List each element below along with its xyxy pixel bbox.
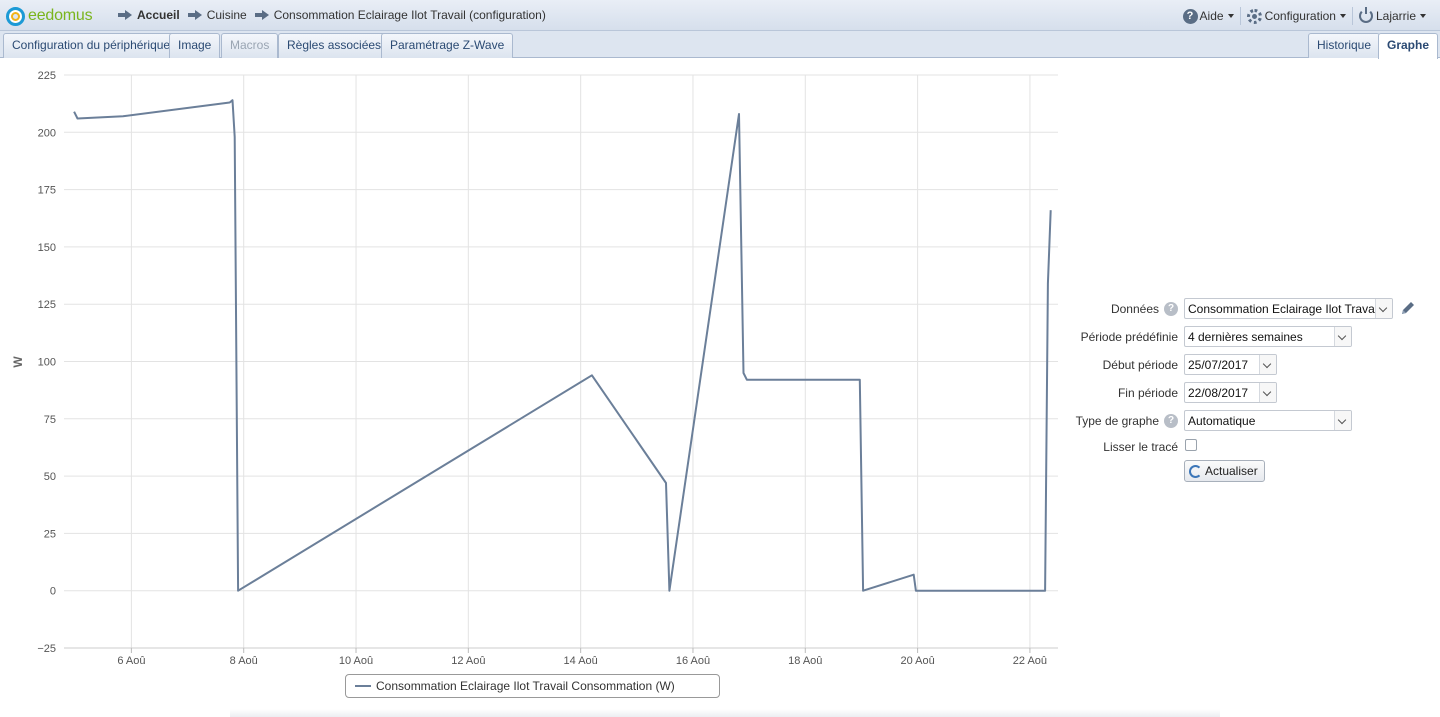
- arrow-right-icon: [118, 10, 132, 20]
- y-axis-label: W: [11, 356, 25, 368]
- tab-parametrage-zwave[interactable]: Paramétrage Z-Wave: [381, 33, 514, 58]
- debut-date-value: 25/07/2017: [1188, 358, 1249, 372]
- tab-historique[interactable]: Historique: [1308, 33, 1381, 58]
- x-tick-label: 22 Aoû: [1013, 655, 1047, 667]
- tab-configuration-peripherique[interactable]: Configuration du périphérique: [3, 33, 180, 58]
- type-label: Type de graphe?: [1076, 414, 1178, 428]
- row-periode: Période prédéfinie 4 dernières semaines: [1060, 326, 1440, 348]
- periode-select[interactable]: 4 dernières semaines: [1184, 326, 1352, 347]
- x-tick-label: 8 Aoû: [230, 655, 258, 667]
- top-header: eedomus Accueil Cuisine Consommation Ecl…: [0, 0, 1440, 31]
- consumption-chart: −25 0 25 50 75 100 125 150 175 200 225 6 Aoû 8 Aoû 1…: [11, 70, 1058, 667]
- caret-down-icon: [1420, 14, 1426, 18]
- arrow-right-icon: [187, 10, 202, 20]
- pencil-icon[interactable]: [1400, 300, 1416, 316]
- logo-text: eedomus: [28, 7, 93, 24]
- x-tick-label: 18 Aoû: [788, 655, 822, 667]
- x-tick-label: 6 Aoû: [117, 655, 145, 667]
- donnees-select[interactable]: Consommation Eclairage Ilot Travail (W): [1184, 298, 1393, 319]
- x-tick-label: 10 Aoû: [339, 655, 373, 667]
- tab-regles-associees[interactable]: Règles associées: [278, 33, 391, 58]
- debut-date-input[interactable]: 25/07/2017: [1184, 354, 1277, 375]
- x-tick-label: 20 Aoû: [900, 655, 934, 667]
- configuration-menu-label: Configuration: [1264, 9, 1336, 23]
- breadcrumb-item-accueil[interactable]: Accueil: [137, 8, 180, 22]
- y-tick-label: 25: [44, 528, 56, 540]
- row-actualiser: Actualiser: [1060, 460, 1440, 482]
- tab-bar: Configuration du périphérique Image Macr…: [0, 31, 1440, 59]
- chevron-down-icon: [1334, 327, 1351, 346]
- eedomus-logo[interactable]: eedomus: [6, 6, 93, 26]
- help-icon: ?: [1182, 8, 1198, 24]
- configuration-menu[interactable]: Configuration: [1239, 7, 1352, 25]
- row-lisser: Lisser le tracé: [1060, 436, 1440, 458]
- logo-ring-icon: [6, 6, 25, 26]
- help-icon[interactable]: ?: [1164, 302, 1178, 316]
- fin-date-value: 22/08/2017: [1188, 386, 1249, 400]
- periode-label: Période prédéfinie: [1080, 330, 1178, 344]
- legend-item-label: Consommation Eclairage Ilot Travail Cons…: [376, 679, 675, 693]
- y-tick-label: 125: [38, 299, 56, 311]
- row-fin: Fin période 22/08/2017: [1060, 382, 1440, 404]
- fin-label: Fin période: [1117, 386, 1178, 400]
- help-menu[interactable]: ? Aide: [1177, 7, 1240, 25]
- chart-series: [73, 99, 1052, 592]
- y-tick-label: 75: [44, 414, 56, 426]
- chart-grid: [64, 74, 1058, 649]
- breadcrumb-item-cuisine[interactable]: Cuisine: [207, 8, 247, 22]
- help-icon[interactable]: ?: [1164, 414, 1178, 428]
- row-type: Type de graphe? Automatique: [1060, 410, 1440, 432]
- tab-macros: Macros: [221, 33, 279, 58]
- row-donnees: Données? Consommation Eclairage Ilot Tra…: [1060, 298, 1440, 320]
- refresh-icon: [1189, 464, 1202, 478]
- x-tick-label: 14 Aoû: [564, 655, 598, 667]
- legend-swatch: [355, 685, 371, 687]
- power-icon: [1358, 7, 1373, 23]
- series-line-0: [73, 99, 1052, 592]
- chevron-down-icon: [1334, 411, 1351, 430]
- y-tick-label: 225: [38, 70, 56, 82]
- breadcrumb-item-current: Consommation Eclairage Ilot Travail (con…: [273, 8, 546, 22]
- lisser-label: Lisser le tracé: [1103, 440, 1178, 454]
- user-menu[interactable]: Lajarrie: [1351, 7, 1432, 25]
- chart-legend[interactable]: Consommation Eclairage Ilot Travail Cons…: [345, 674, 720, 698]
- tab-graphe[interactable]: Graphe: [1378, 33, 1439, 59]
- debut-label: Début période: [1102, 358, 1178, 372]
- top-menu: ? Aide Configuration Lajarrie: [1177, 7, 1432, 25]
- x-axis-ticks: 6 Aoû 8 Aoû 10 Aoû 12 Aoû 14 Aoû 16 Aoû 18 Aoû…: [117, 648, 1047, 667]
- y-tick-label: 150: [38, 242, 56, 254]
- donnees-label: Données?: [1111, 302, 1178, 316]
- donnees-select-value: Consommation Eclairage Ilot Travail (W): [1188, 302, 1393, 316]
- chevron-down-icon: [1375, 299, 1392, 318]
- chevron-down-icon[interactable]: [1259, 355, 1276, 374]
- y-tick-label: −25: [37, 643, 56, 655]
- actualiser-button[interactable]: Actualiser: [1184, 460, 1265, 482]
- y-tick-label: 50: [44, 471, 56, 483]
- x-tick-label: 16 Aoû: [676, 655, 710, 667]
- x-tick-label: 12 Aoû: [451, 655, 485, 667]
- bottom-shadow: [230, 709, 1220, 717]
- tab-image[interactable]: Image: [169, 33, 221, 58]
- y-tick-label: 200: [38, 127, 56, 139]
- user-menu-label: Lajarrie: [1375, 9, 1416, 23]
- y-tick-label: 100: [38, 357, 56, 369]
- caret-down-icon: [1339, 14, 1346, 18]
- type-select-value: Automatique: [1188, 414, 1256, 428]
- y-tick-label: 0: [50, 586, 56, 598]
- arrow-right-icon: [254, 10, 269, 20]
- y-axis-ticks: −25 0 25 50 75 100 125 150 175 200 225: [37, 70, 56, 655]
- help-menu-label: Aide: [1199, 9, 1224, 23]
- periode-select-value: 4 dernières semaines: [1188, 330, 1303, 344]
- fin-date-input[interactable]: 22/08/2017: [1184, 382, 1277, 403]
- lisser-checkbox[interactable]: [1185, 439, 1197, 451]
- caret-down-icon: [1227, 14, 1234, 18]
- gear-icon: [1246, 8, 1262, 24]
- type-select[interactable]: Automatique: [1184, 410, 1352, 431]
- actualiser-button-label: Actualiser: [1205, 464, 1258, 478]
- chevron-down-icon[interactable]: [1259, 383, 1276, 402]
- row-debut: Début période 25/07/2017: [1060, 354, 1440, 376]
- breadcrumb: Accueil Cuisine Consommation Eclairage I…: [118, 8, 546, 22]
- y-tick-label: 175: [38, 185, 56, 197]
